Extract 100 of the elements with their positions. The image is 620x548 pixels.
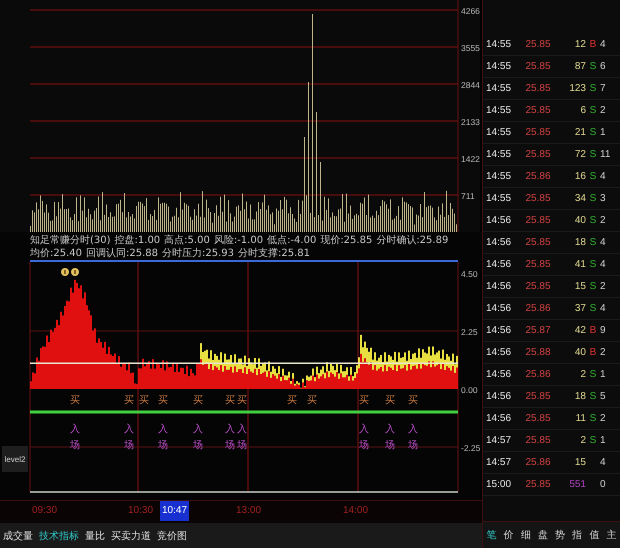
signal-mark: 买 (287, 395, 297, 406)
trade-price: 25.85 (524, 391, 552, 402)
chart-tab[interactable]: 竞价图 (156, 528, 188, 542)
trade-count: 4 (600, 303, 607, 314)
trade-price: 25.86 (524, 457, 552, 468)
axis-label: -2.25 (461, 443, 480, 454)
trade-side: S (588, 391, 598, 402)
entry-mark: 场 (237, 440, 247, 451)
trade-count: 4 (600, 259, 607, 270)
trade-side: S (588, 281, 598, 292)
trade-side: B (588, 325, 598, 336)
trade-price: 25.85 (524, 413, 552, 424)
entry-mark: 场 (225, 440, 235, 451)
panel-tab[interactable]: 笔 (483, 522, 500, 548)
entry-mark: 入 (359, 424, 369, 435)
trade-price: 25.85 (524, 127, 552, 138)
trade-volume: 2 (579, 435, 586, 446)
indicator-value: 风险:-1.00 (214, 234, 264, 246)
trade-count: 0 (600, 479, 607, 490)
chart-tab[interactable]: 买卖力道 (110, 528, 152, 542)
trade-volume: 11 (574, 413, 586, 424)
signal-mark: 买 (225, 395, 235, 406)
trade-volume: 123 (568, 83, 586, 94)
chart-tab[interactable]: 技术指标 (38, 528, 80, 542)
trade-count: 1 (600, 127, 607, 138)
axis-label: 2844 (461, 80, 480, 90)
indicator-value: 知足常赚分时(30) (30, 234, 111, 246)
trade-time: 14:55 (486, 83, 512, 94)
trade-side: S (588, 215, 598, 226)
panel-tab[interactable]: 价 (500, 522, 518, 548)
entry-mark: 场 (158, 440, 168, 451)
trade-side: S (588, 83, 598, 94)
trade-count: 4 (600, 171, 607, 182)
signal-mark: 买 (408, 395, 418, 406)
trade-price: 25.87 (524, 325, 552, 336)
trade-side: S (588, 61, 598, 72)
entry-mark: 场 (359, 440, 369, 451)
trade-time: 14:55 (486, 105, 512, 116)
trade-time: 14:56 (486, 259, 512, 270)
trade-volume: 40 (574, 215, 586, 226)
signal-mark: 买 (70, 395, 80, 406)
panel-tab[interactable]: 指 (568, 522, 586, 548)
trade-price: 25.86 (524, 171, 552, 182)
trade-time: 14:57 (486, 435, 512, 446)
trade-time: 14:56 (486, 215, 512, 226)
trade-time: 14:55 (486, 39, 512, 50)
trade-price: 25.85 (524, 83, 552, 94)
trade-count: 2 (600, 215, 607, 226)
trade-side: S (588, 127, 598, 138)
trade-side: B (588, 347, 598, 358)
trade-price: 25.85 (524, 61, 552, 72)
panel-tab[interactable]: 盘 (534, 522, 552, 548)
trade-time: 14:56 (486, 281, 512, 292)
chart-tab[interactable]: 成交量 (2, 528, 34, 542)
trade-volume: 2 (579, 369, 586, 380)
trade-volume: 16 (574, 171, 586, 182)
trade-time: 15:00 (486, 479, 512, 490)
entry-mark: 场 (193, 440, 203, 451)
trade-count: 4 (600, 39, 607, 50)
coin-icon (61, 268, 69, 276)
trade-side: S (588, 413, 598, 424)
panel-tab[interactable]: 主 (602, 522, 620, 548)
trade-volume: 72 (574, 149, 586, 160)
trade-price: 25.85 (524, 215, 552, 226)
indicator-value: 分时支撑:25.81 (238, 246, 310, 260)
signal-mark: 买 (359, 395, 369, 406)
trade-count: 2 (600, 413, 607, 424)
trade-price: 25.85 (524, 105, 552, 116)
trade-volume: 12 (574, 39, 586, 50)
entry-mark: 入 (408, 424, 418, 435)
entry-mark: 入 (70, 424, 80, 435)
trade-time: 14:56 (486, 325, 512, 336)
indicator-value: 控盘:1.00 (114, 234, 160, 246)
panel-tab[interactable]: 势 (552, 522, 569, 548)
trade-time: 14:56 (486, 391, 512, 402)
panel-tab[interactable]: 值 (586, 522, 603, 548)
trade-side: S (588, 259, 598, 270)
trade-volume: 15 (574, 457, 586, 468)
trade-volume: 42 (574, 325, 586, 336)
panel-tab[interactable]: 细 (517, 522, 534, 548)
entry-mark: 场 (124, 440, 134, 451)
entry-mark: 场 (408, 440, 418, 451)
trade-time: 14:56 (486, 347, 512, 358)
entry-mark: 入 (385, 424, 395, 435)
axis-label: 2133 (461, 117, 480, 127)
level-label: level2 (2, 446, 28, 472)
signal-mark: 买 (158, 395, 168, 406)
entry-mark: 入 (124, 424, 134, 435)
signal-mark: 买 (139, 395, 149, 406)
trade-price: 25.85 (524, 193, 552, 204)
chart-tab[interactable]: 量比 (84, 528, 106, 542)
trade-price: 25.86 (524, 369, 552, 380)
trade-price: 25.85 (524, 259, 552, 270)
trade-time: 14:56 (486, 369, 512, 380)
axis-label: 711 (461, 191, 475, 201)
trade-volume: 15 (574, 281, 586, 292)
entry-mark: 场 (70, 440, 80, 451)
time-label: 09:30 (32, 505, 58, 516)
trade-volume: 40 (574, 347, 586, 358)
trade-price: 25.86 (524, 303, 552, 314)
